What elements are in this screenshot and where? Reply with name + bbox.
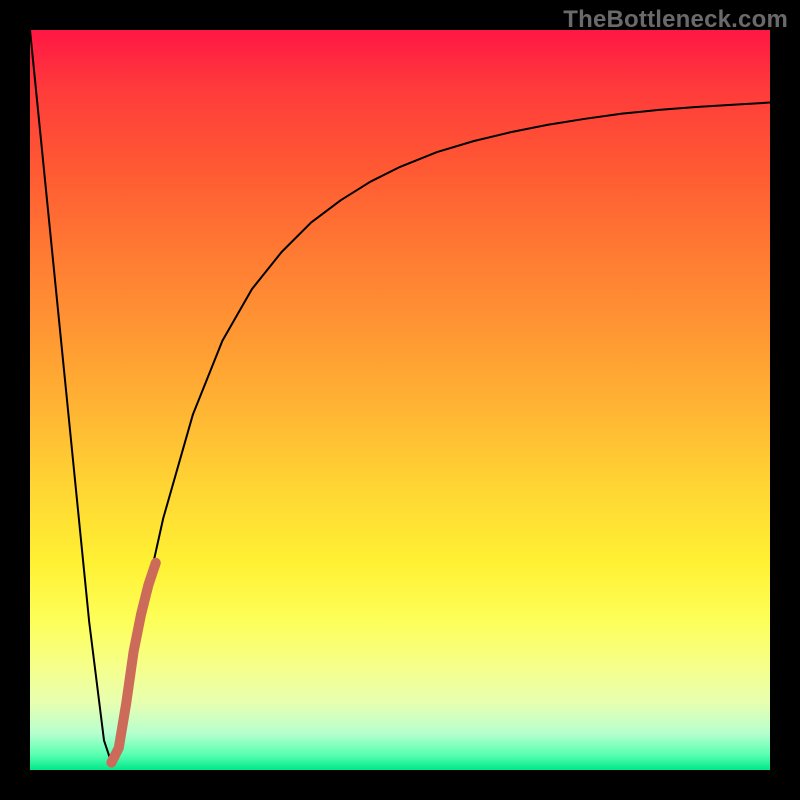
plot-area	[30, 30, 770, 770]
chart-frame: TheBottleneck.com	[0, 0, 800, 800]
curve-layer	[30, 30, 770, 770]
highlight-segment	[111, 563, 155, 763]
bottleneck-v-curve	[30, 30, 770, 763]
